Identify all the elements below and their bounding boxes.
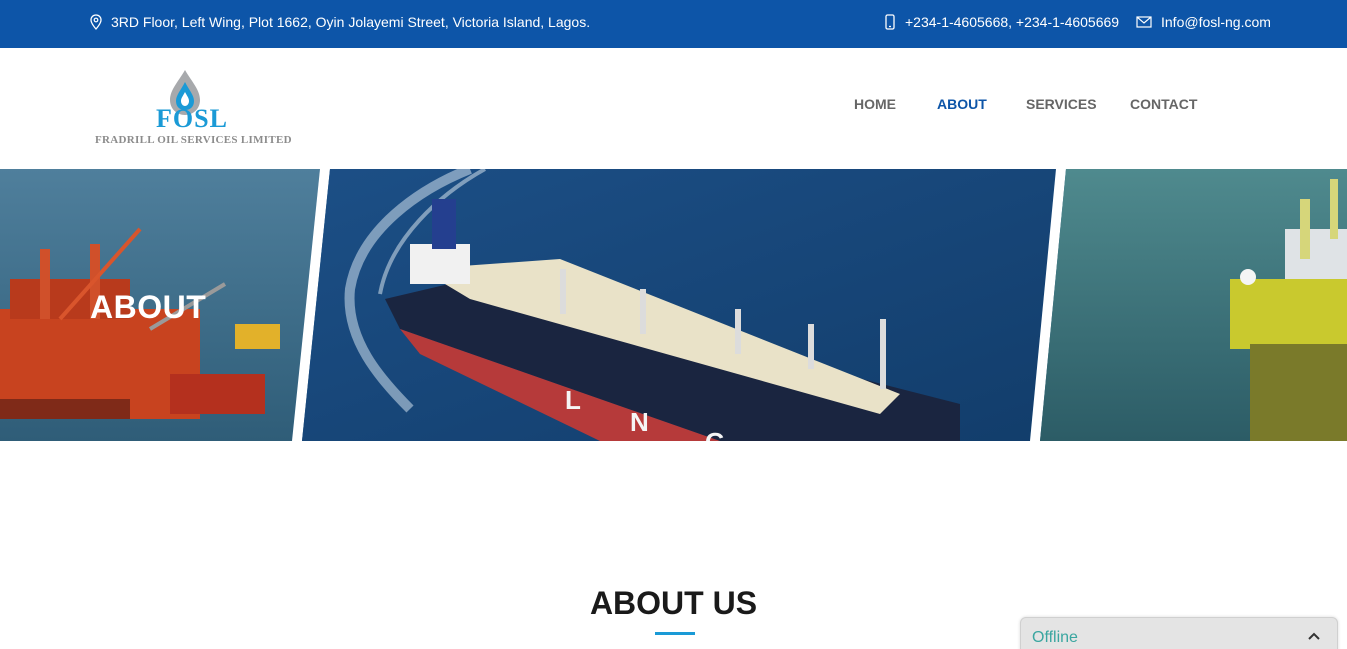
mobile-phone-icon	[885, 14, 895, 30]
chevron-up-icon[interactable]	[1308, 632, 1320, 640]
nav-about[interactable]: ABOUT	[937, 96, 987, 112]
top-info-bar: 3RD Floor, Left Wing, Plot 1662, Oyin Jo…	[0, 0, 1347, 48]
address-text: 3RD Floor, Left Wing, Plot 1662, Oyin Jo…	[111, 14, 591, 30]
map-pin-icon	[90, 14, 102, 30]
nav-home[interactable]: HOME	[854, 96, 896, 112]
svg-text:N: N	[630, 407, 649, 437]
live-chat-widget[interactable]: Offline	[1020, 617, 1338, 649]
chat-status: Offline	[1032, 629, 1078, 646]
nav-services[interactable]: SERVICES	[1026, 96, 1097, 112]
logo-wordmark: FOSL	[156, 104, 228, 133]
svg-text:L: L	[565, 385, 581, 415]
company-logo[interactable]: FOSL FRADRILL OIL SERVICES LIMITED	[94, 68, 294, 150]
hero-title: ABOUT	[90, 289, 207, 325]
nav-contact[interactable]: CONTACT	[1130, 96, 1197, 112]
address-info: 3RD Floor, Left Wing, Plot 1662, Oyin Jo…	[90, 14, 590, 30]
phone-info[interactable]: +234-1-4605668, +234-1-4605669	[884, 14, 1119, 30]
email-text[interactable]: Info@fosl-ng.com	[1161, 14, 1271, 30]
logo-company-name: FRADRILL OIL SERVICES LIMITED	[95, 134, 292, 146]
svg-text:G: G	[705, 427, 725, 441]
envelope-icon	[1136, 16, 1152, 28]
phone-text[interactable]: +234-1-4605668, +234-1-4605669	[905, 14, 1119, 30]
site-header: FOSL FRADRILL OIL SERVICES LIMITED HOME …	[0, 48, 1347, 169]
email-info[interactable]: Info@fosl-ng.com	[1136, 14, 1271, 30]
heading-underline	[655, 632, 695, 635]
hero-banner: L N G ABOUT	[0, 169, 1347, 441]
